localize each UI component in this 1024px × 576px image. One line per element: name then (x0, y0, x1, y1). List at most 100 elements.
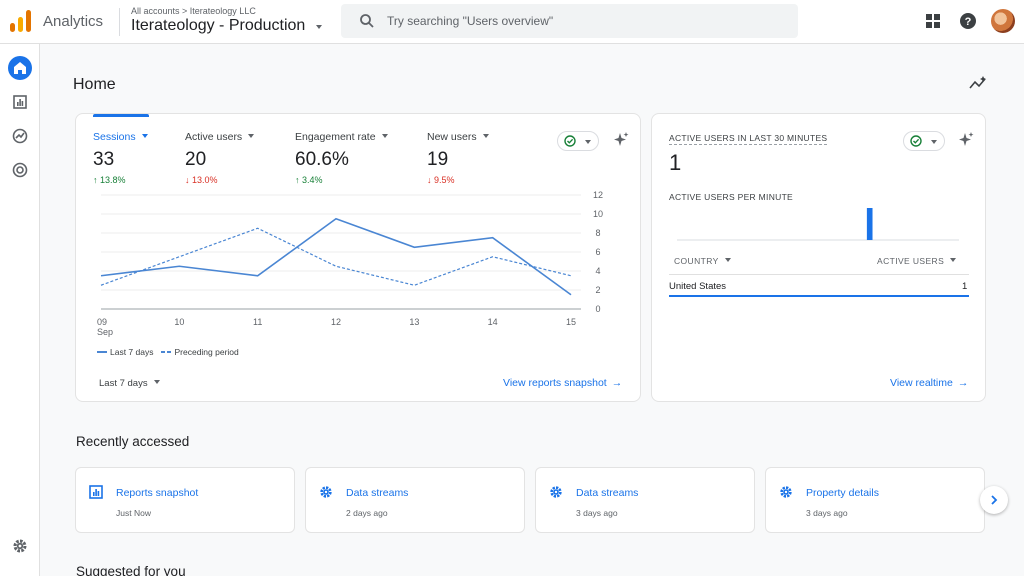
view-realtime-link[interactable]: View realtime → (890, 377, 968, 389)
metric-value: 60.6% (295, 149, 349, 170)
x-tick-label: 10 (174, 317, 184, 327)
metric-tab-new-users[interactable]: New users 19 ↓ 9.5% (427, 131, 489, 185)
header-divider (119, 8, 120, 36)
metric-tab-active-users[interactable]: Active users 20 ↓ 13.0% (185, 131, 255, 185)
legend-dashed-swatch (161, 351, 172, 353)
recent-card-reports-snapshot[interactable]: Reports snapshot Just Now (75, 467, 295, 533)
realtime-value: 1 (669, 150, 682, 175)
sparkle-icon[interactable] (612, 131, 630, 149)
nav-explore[interactable] (8, 124, 32, 148)
search-input[interactable] (387, 4, 787, 38)
y-tick-label: 12 (593, 190, 603, 200)
gear-icon (13, 539, 27, 553)
y-tick-label: 4 (595, 266, 600, 276)
nav-home[interactable] (8, 56, 32, 80)
recent-card-property-details[interactable]: Property details 3 days ago (765, 467, 985, 533)
advertising-icon (12, 162, 28, 178)
metric-label: Sessions (93, 131, 148, 143)
suggested-title: Suggested for you (76, 564, 186, 576)
recent-card-title: Data streams (576, 487, 639, 499)
check-circle-icon (564, 135, 576, 147)
gear-icon (320, 486, 332, 498)
data-quality-chip[interactable] (903, 131, 945, 151)
insights-icon[interactable] (968, 74, 988, 92)
per-minute-label: ACTIVE USERS PER MINUTE (669, 192, 794, 202)
top-bar: Analytics All accounts > Iterateology LL… (0, 0, 1024, 44)
nav-reports[interactable] (8, 90, 32, 114)
search-icon (360, 14, 374, 28)
page-title: Home (73, 76, 116, 93)
metric-label: New users (427, 131, 489, 143)
table-row-users: 1 (962, 281, 968, 292)
analytics-logo-icon[interactable] (10, 10, 32, 32)
metric-value: 20 (185, 149, 207, 170)
report-icon (89, 485, 103, 499)
recent-card-title: Reports snapshot (116, 487, 199, 499)
y-tick-label: 10 (593, 209, 603, 219)
table-divider (669, 274, 969, 275)
nav-advertising[interactable] (8, 158, 32, 182)
view-reports-snapshot-link[interactable]: View reports snapshot → (503, 377, 622, 389)
recently-accessed-title: Recently accessed (76, 434, 190, 449)
y-tick-label: 8 (595, 228, 600, 238)
metric-tab-engagement-rate[interactable]: Engagement rate 60.6% ↑ 3.4% (295, 131, 388, 185)
chevron-down-icon (585, 140, 591, 144)
country-column-header[interactable]: COUNTRY (674, 256, 731, 266)
carousel-next-button[interactable] (980, 486, 1008, 514)
avatar[interactable] (991, 9, 1015, 33)
sessions-line-chart: 0 2 4 6 8 10 12 09 10 11 12 13 14 15 Sep (97, 190, 603, 337)
row-value-bar (669, 295, 969, 297)
left-nav-rail (0, 44, 40, 576)
check-circle-icon (910, 135, 922, 147)
recent-card-time: 2 days ago (346, 508, 388, 518)
x-tick-label: 11 (253, 317, 262, 327)
recent-card-data-streams[interactable]: Data streams 2 days ago (305, 467, 525, 533)
search-bar[interactable] (341, 4, 798, 38)
active-users-column-header[interactable]: ACTIVE USERS (877, 256, 957, 266)
metric-label: Engagement rate (295, 131, 388, 143)
chevron-down-icon (931, 140, 937, 144)
x-tick-label: 09 (97, 317, 107, 327)
recent-card-title: Property details (806, 487, 879, 499)
x-tick-label: 13 (409, 317, 419, 327)
recent-card-time: 3 days ago (576, 508, 618, 518)
chevron-right-icon (991, 495, 998, 505)
home-icon (14, 62, 26, 74)
table-row-country: United States (669, 281, 727, 292)
explore-icon (12, 128, 28, 144)
metric-value: 33 (93, 149, 115, 170)
per-minute-bar (866, 208, 873, 240)
help-icon[interactable]: ? (959, 12, 977, 30)
realtime-label[interactable]: ACTIVE USERS IN LAST 30 MINUTES (669, 133, 828, 145)
data-quality-chip[interactable] (557, 131, 599, 151)
apps-grid-icon[interactable] (926, 14, 940, 28)
arrow-right-icon: → (957, 377, 969, 389)
chart-legend: Last 7 days Preceding period (97, 347, 239, 357)
metric-change: ↑ 3.4% (295, 175, 323, 185)
legend-item-last-7-days: Last 7 days (110, 347, 154, 357)
chevron-down-icon[interactable] (316, 25, 322, 29)
nav-admin[interactable] (8, 534, 32, 558)
metric-tab-sessions[interactable]: Sessions 33 ↑ 13.8% (93, 131, 148, 185)
metric-label: Active users (185, 131, 255, 143)
reports-icon (13, 95, 27, 109)
account-breadcrumb[interactable]: All accounts > Iterateology LLC (131, 6, 256, 16)
per-minute-bar-chart (677, 208, 959, 241)
x-tick-label: 15 (566, 317, 576, 327)
date-range-select[interactable]: Last 7 days (99, 378, 160, 389)
series-line-last-7-days (100, 217, 572, 296)
app-name: Analytics (43, 13, 104, 30)
recent-card-title: Data streams (346, 487, 409, 499)
svg-text:?: ? (965, 16, 972, 28)
y-tick-label: 6 (595, 247, 600, 257)
legend-item-preceding-period: Preceding period (174, 347, 239, 357)
metric-value: 19 (427, 149, 449, 170)
active-tab-indicator (93, 114, 149, 117)
legend-solid-swatch (97, 351, 107, 353)
series-line-preceding-period (100, 227, 572, 286)
recent-card-data-streams[interactable]: Data streams 3 days ago (535, 467, 755, 533)
sparkle-icon[interactable] (957, 131, 975, 149)
property-selector[interactable]: Iterateology - Production (131, 17, 305, 35)
gear-icon (550, 486, 562, 498)
recent-card-time: Just Now (116, 508, 151, 518)
